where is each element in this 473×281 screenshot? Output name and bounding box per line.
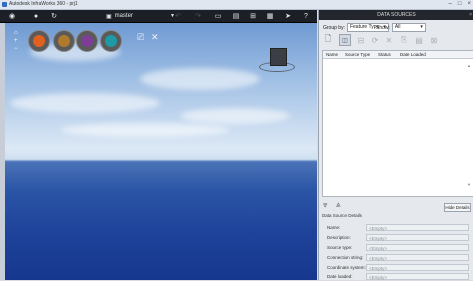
layer-button-pipes[interactable]	[28, 30, 50, 52]
detail-row-connection-string: Connection string: <Empty>	[324, 254, 472, 261]
zoom-in-icon[interactable]: +	[14, 38, 18, 44]
navigation-cube[interactable]	[258, 47, 295, 73]
layer-button-features[interactable]	[53, 30, 75, 52]
branch-icon: ▣	[106, 13, 112, 20]
redo-icon[interactable]: ↷	[194, 12, 202, 20]
layout-icon[interactable]: ▤	[232, 12, 240, 20]
detail-value: <Empty>	[366, 234, 469, 241]
scroll-up-icon[interactable]: ▲	[467, 63, 471, 68]
col-name[interactable]: Name	[326, 51, 338, 58]
detail-value: <Empty>	[366, 273, 469, 280]
show-value: All	[394, 24, 401, 30]
panel-title: DATA SOURCES	[377, 12, 416, 18]
close-icon[interactable]: ×	[469, 10, 472, 20]
panel-icon[interactable]: ▦	[266, 12, 274, 20]
branch-label: master	[114, 13, 134, 19]
refresh-source-icon[interactable]: ◫	[339, 34, 351, 46]
detail-label: Name:	[327, 225, 341, 230]
layer-teal-icon	[105, 35, 117, 47]
detail-value: <Empty>	[366, 264, 469, 271]
reload-icon[interactable]: ⟳	[369, 34, 381, 46]
detail-row-date-loaded: Date loaded: <Empty>	[324, 273, 472, 280]
close-button[interactable]: ×	[467, 1, 471, 7]
col-source-type[interactable]: Source Type	[345, 51, 370, 58]
data-sources-table: Name Source Type Status Date Loaded ▲ ▼	[322, 50, 473, 197]
scroll-down-icon[interactable]: ▼	[467, 182, 471, 187]
panel-header: DATA SOURCES ×	[319, 10, 473, 20]
col-status[interactable]: Status	[378, 51, 391, 58]
zoom-out-icon[interactable]: −	[14, 46, 18, 52]
undo-icon[interactable]: ↶	[174, 12, 182, 20]
show-select[interactable]: All ▾	[391, 23, 426, 32]
col-date-loaded[interactable]: Date Loaded	[400, 51, 426, 58]
detail-label: Source type:	[327, 245, 353, 250]
detail-row-coordinate-system: Coordinate system: <Empty>	[324, 264, 472, 271]
table-header: Name Source Type Status Date Loaded	[323, 51, 473, 59]
properties-icon[interactable]: ▤	[413, 34, 425, 46]
hide-details-button[interactable]: Hide Details	[444, 203, 471, 212]
help-icon[interactable]: ?	[302, 12, 310, 20]
detail-row-description: Description: <Empty>	[324, 234, 472, 241]
view-icon[interactable]: ▭	[214, 12, 222, 20]
pointer-icon[interactable]: ➤	[284, 12, 292, 20]
grid-icon[interactable]: ⊞	[249, 12, 257, 20]
layer-orange-icon	[33, 35, 45, 47]
close-source-icon[interactable]: ⊠	[428, 34, 440, 46]
show-label: Show:	[376, 24, 390, 31]
detail-label: Connection string:	[327, 255, 364, 260]
expand-all-icon[interactable]: ⩔	[323, 200, 328, 210]
detail-value: <Empty>	[366, 244, 469, 251]
presentation-icon[interactable]: ⎚	[137, 32, 144, 43]
maximize-button[interactable]: □	[458, 1, 462, 7]
window-title: Autodesk InfraWorks 360 - prj1	[9, 1, 78, 7]
branch-selector[interactable]: ▣ master ▼	[106, 12, 175, 20]
add-source-icon[interactable]: 🗋	[322, 34, 334, 46]
view-controls: ⌂ + −	[14, 30, 18, 52]
group-by-label: Group by:	[323, 24, 345, 31]
minimize-button[interactable]: –	[449, 1, 452, 7]
details-title: Data Source Details	[322, 213, 363, 218]
layer-button-analysis[interactable]	[76, 30, 98, 52]
show-control: Show: All ▾	[376, 23, 426, 32]
delete-icon[interactable]: ✕	[383, 34, 395, 46]
title-bar: Autodesk InfraWorks 360 - prj1 – □ ×	[0, 0, 473, 10]
group-by-value: Feature Type	[349, 24, 380, 30]
detail-label: Date loaded:	[327, 274, 353, 279]
app-icon	[2, 2, 7, 7]
detail-row-source-type: Source type: <Empty>	[324, 244, 472, 251]
detail-value: <Empty>	[366, 254, 469, 261]
map-viewport[interactable]: ⌂ + − ⎚ ✕	[0, 23, 317, 280]
chevron-down-icon: ▾	[420, 24, 423, 30]
detail-label: Description:	[327, 235, 351, 240]
record-icon[interactable]: ●	[32, 12, 40, 20]
layer-purple-icon	[81, 35, 93, 47]
detail-row-name: Name: <Empty>	[324, 224, 472, 231]
tools-icon[interactable]: ✕	[151, 32, 159, 43]
detail-value: <Empty>	[366, 224, 469, 231]
configure-icon[interactable]: ⊟	[355, 34, 367, 46]
layer-tan-icon	[58, 35, 70, 47]
home-view-icon[interactable]: ⌂	[14, 30, 18, 36]
window-controls: – □ ×	[449, 1, 471, 7]
export-icon[interactable]: ⎘	[398, 34, 410, 46]
detail-label: Coordinate system:	[327, 265, 366, 270]
sync-icon[interactable]: ↻	[50, 12, 58, 20]
viewport-left-edge	[0, 23, 5, 280]
user-icon[interactable]: ◉	[8, 12, 16, 20]
data-sources-panel: DATA SOURCES × Group by: Feature Type ▾ S…	[318, 10, 473, 280]
view-cube-icon[interactable]	[270, 48, 287, 66]
collapse-all-icon[interactable]: ⩓	[336, 200, 341, 210]
main-toolbar: ◉ ● ↻ ▣ master ▼ ↶ ↷ ▭ ▤ ⊞ ▦ ➤ ?	[0, 10, 317, 23]
layer-button-water[interactable]	[100, 30, 122, 52]
